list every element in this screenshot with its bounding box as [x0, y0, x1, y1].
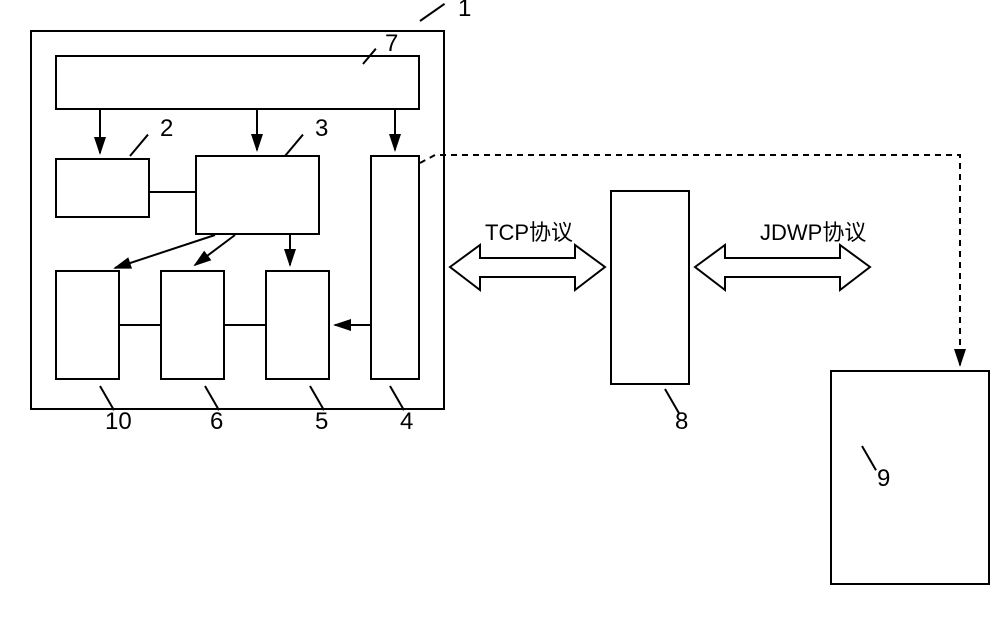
- box-4: [370, 155, 420, 380]
- label-2: 2: [160, 115, 173, 143]
- label-6: 6: [210, 408, 223, 436]
- label-10: 10: [105, 408, 132, 436]
- leader-1: [419, 3, 445, 22]
- label-5: 5: [315, 408, 328, 436]
- box-7: [55, 55, 420, 110]
- label-3: 3: [315, 115, 328, 143]
- label-9: 9: [877, 465, 890, 493]
- label-7: 7: [385, 30, 398, 58]
- label-4: 4: [400, 408, 413, 436]
- label-8: 8: [675, 408, 688, 436]
- box-10: [55, 270, 120, 380]
- box-8: [610, 190, 690, 385]
- jdwp-label: JDWP协议: [760, 215, 866, 247]
- label-1: 1: [458, 0, 471, 23]
- box-2: [55, 158, 150, 218]
- tcp-label: TCP协议: [485, 215, 573, 247]
- box-3: [195, 155, 320, 235]
- box-5: [265, 270, 330, 380]
- box-6: [160, 270, 225, 380]
- box-9: [830, 370, 990, 585]
